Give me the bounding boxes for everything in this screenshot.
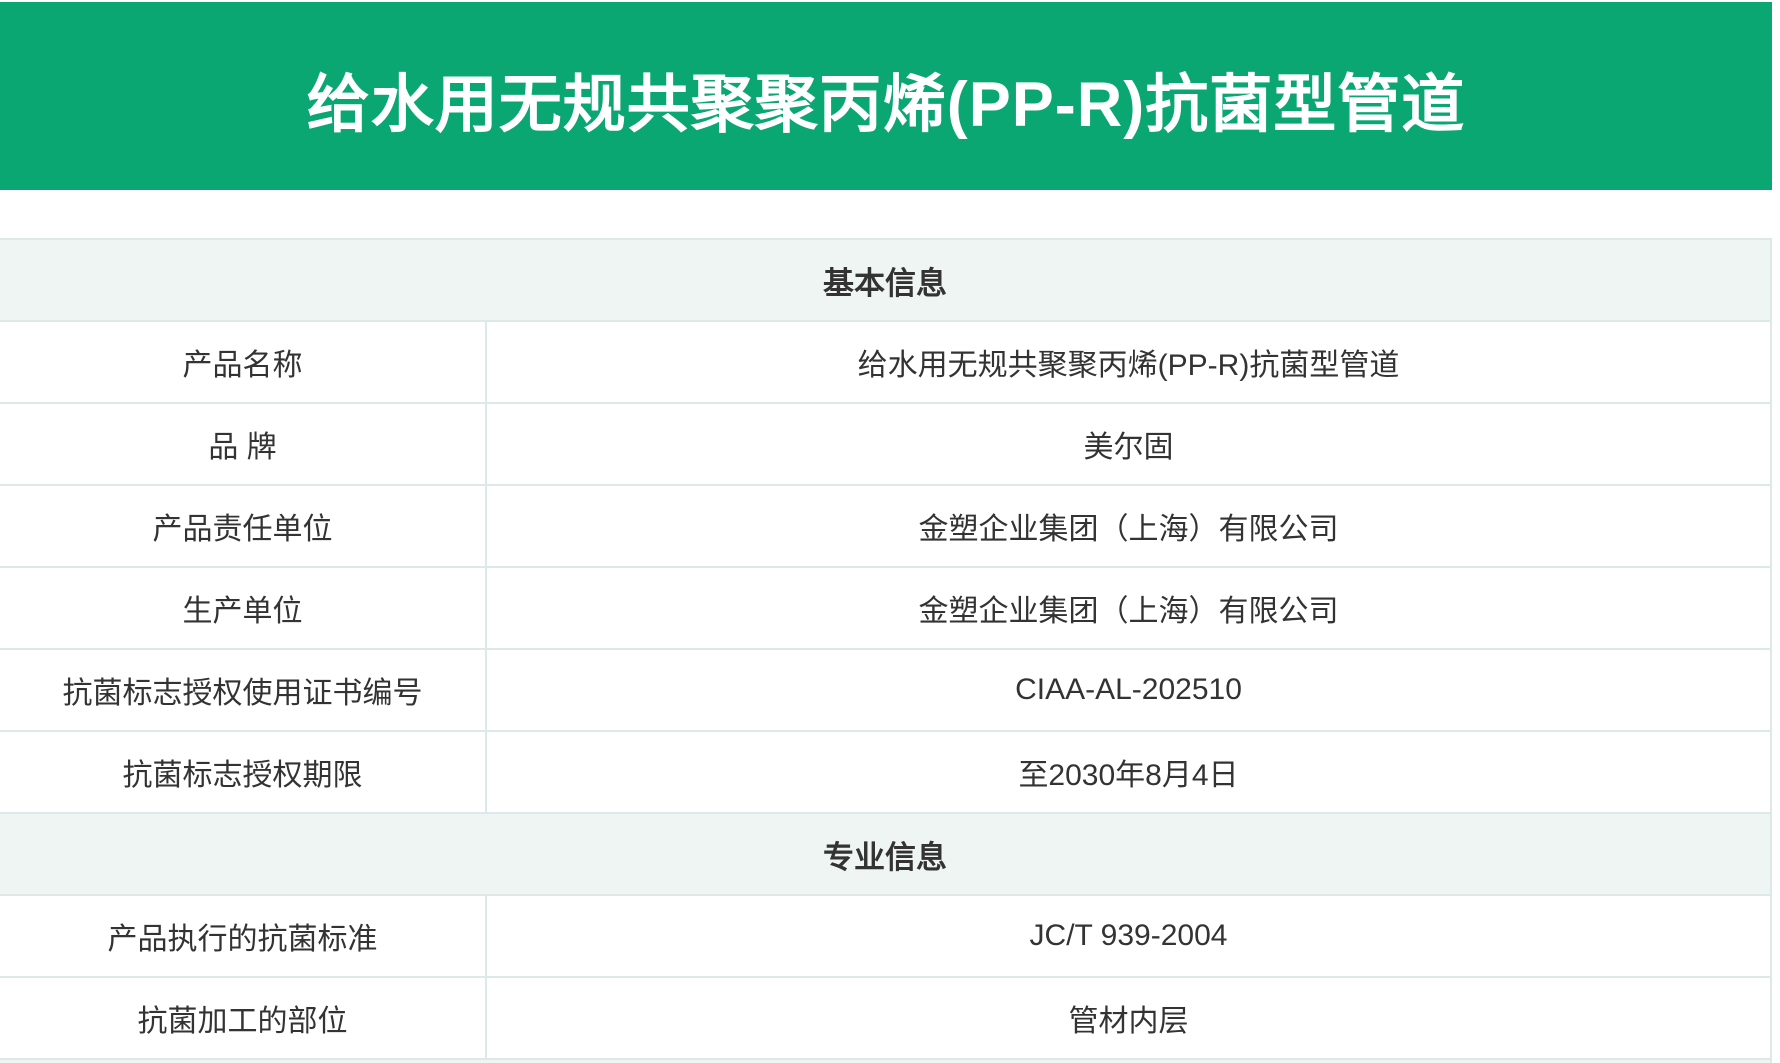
page: { "page": { "title": "给水用无规共聚聚丙烯(PP-R)抗菌… <box>0 0 1780 1063</box>
row-value: CIAA-AL-202510 <box>487 650 1770 730</box>
row-label: 产品执行的抗菌标准 <box>0 896 487 976</box>
row-label: 抗菌标志授权使用证书编号 <box>0 650 487 730</box>
row-value: 给水用无规共聚聚丙烯(PP-R)抗菌型管道 <box>487 322 1770 402</box>
row-label: 产品名称 <box>0 322 487 402</box>
row-value: 至2030年8月4日 <box>487 732 1770 812</box>
row-value: JC/T 939-2004 <box>487 896 1770 976</box>
page-title: 给水用无规共聚聚丙烯(PP-R)抗菌型管道 <box>307 48 1465 145</box>
table-row: 生产单位 金塑企业集团（上海）有限公司 <box>0 566 1770 648</box>
row-value: 金塑企业集团（上海）有限公司 <box>487 568 1770 648</box>
table-row: 抗菌加工的部位 管材内层 <box>0 976 1770 1058</box>
table-row: 抗菌标志授权使用证书编号 CIAA-AL-202510 <box>0 648 1770 730</box>
table-row: 品 牌 美尔固 <box>0 402 1770 484</box>
info-table: 基本信息 产品名称 给水用无规共聚聚丙烯(PP-R)抗菌型管道 品 牌 美尔固 … <box>0 238 1772 1063</box>
section-header-label: 基本信息 <box>823 258 947 303</box>
row-value: 金塑企业集团（上海）有限公司 <box>487 486 1770 566</box>
row-label: 品 牌 <box>0 404 487 484</box>
row-label: 生产单位 <box>0 568 487 648</box>
header-gap <box>0 190 1772 238</box>
row-label: 产品责任单位 <box>0 486 487 566</box>
row-label: 抗菌加工的部位 <box>0 978 487 1058</box>
row-label: 抗菌标志授权期限 <box>0 732 487 812</box>
page-header-banner: 给水用无规共聚聚丙烯(PP-R)抗菌型管道 <box>0 2 1772 190</box>
section-header-basic-info: 基本信息 <box>0 238 1770 320</box>
row-value: 美尔固 <box>487 404 1770 484</box>
table-row: 产品责任单位 金塑企业集团（上海）有限公司 <box>0 484 1770 566</box>
section-header-label: 专业信息 <box>823 832 947 877</box>
next-section-header-partial <box>0 1058 1770 1063</box>
table-row: 抗菌标志授权期限 至2030年8月4日 <box>0 730 1770 812</box>
section-header-professional-info: 专业信息 <box>0 812 1770 894</box>
row-value: 管材内层 <box>487 978 1770 1058</box>
table-row: 产品名称 给水用无规共聚聚丙烯(PP-R)抗菌型管道 <box>0 320 1770 402</box>
table-row: 产品执行的抗菌标准 JC/T 939-2004 <box>0 894 1770 976</box>
